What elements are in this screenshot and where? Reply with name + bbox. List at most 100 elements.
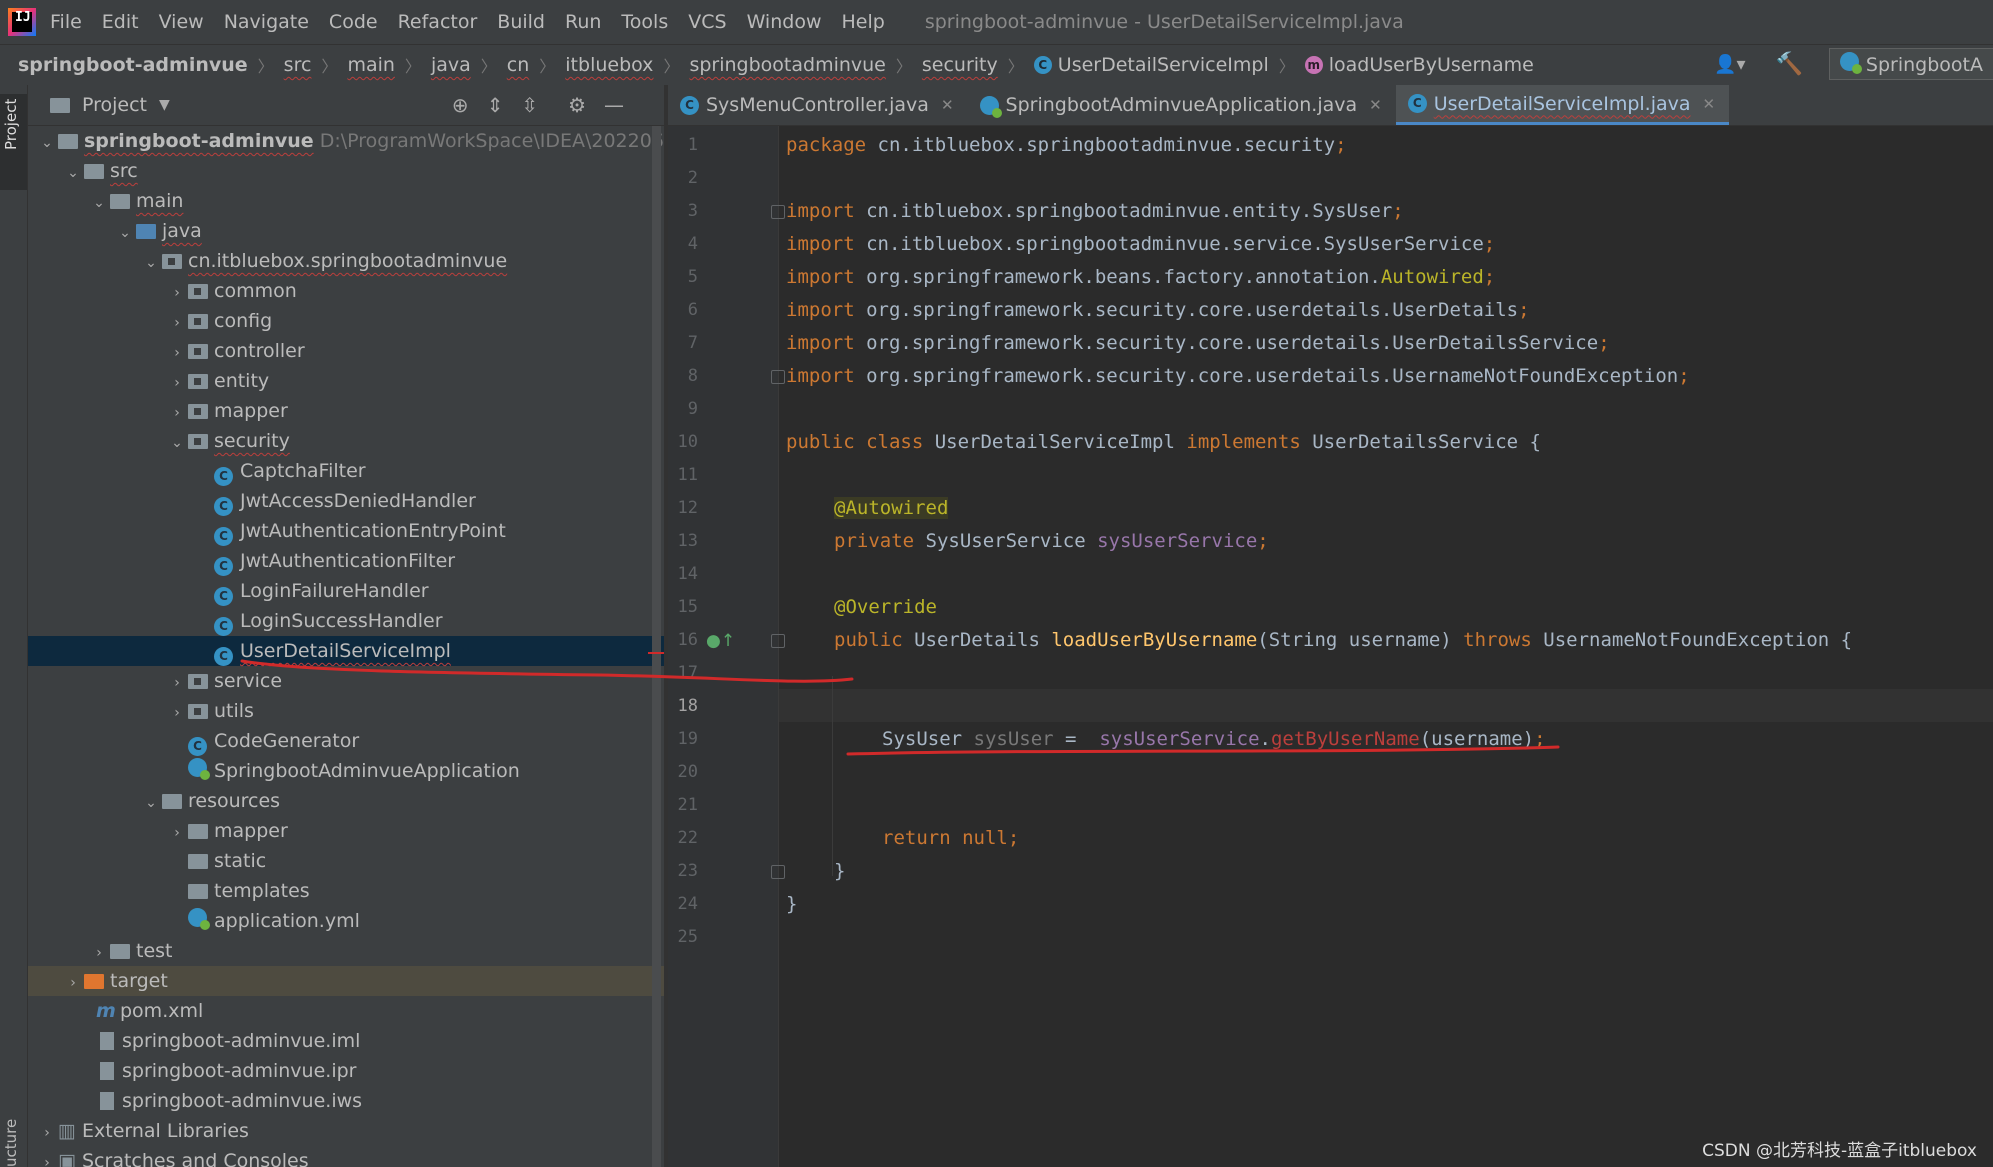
breadcrumb-class[interactable]: UserDetailServiceImpl — [1058, 54, 1269, 76]
menu-build[interactable]: Build — [497, 11, 545, 33]
tree-item-package-root[interactable]: ⌄ cn.itbluebox.springbootadminvue — [28, 246, 664, 276]
tree-item-application-yml[interactable]: application.yml — [28, 906, 664, 936]
tree-item-entity[interactable]: › entity — [28, 366, 664, 396]
tree-item-captchafilter[interactable]: C CaptchaFilter — [28, 456, 664, 486]
implements-method-icon[interactable]: ●↑ — [706, 631, 735, 651]
structure-tool-label[interactable]: ucture — [2, 1107, 20, 1167]
tree-item-static[interactable]: static — [28, 846, 664, 876]
chevron-right-icon[interactable]: › — [62, 968, 84, 998]
project-tool-label[interactable]: Project — [2, 90, 20, 150]
chevron-right-icon[interactable]: › — [36, 1148, 58, 1167]
tab-userdetailserviceimpl[interactable]: C UserDetailServiceImpl.java ✕ — [1395, 85, 1730, 125]
menu-tools[interactable]: Tools — [621, 11, 668, 33]
tree-item-pom-xml[interactable]: m pom.xml — [28, 996, 664, 1026]
chevron-right-icon[interactable]: › — [36, 1118, 58, 1148]
chevron-right-icon[interactable]: › — [166, 398, 188, 428]
tree-item-config[interactable]: › config — [28, 306, 664, 336]
menu-window[interactable]: Window — [747, 11, 822, 33]
tree-item-common[interactable]: › common — [28, 276, 664, 306]
tree-item-utils[interactable]: › utils — [28, 696, 664, 726]
tree-item-external-libraries[interactable]: › ▥ External Libraries — [28, 1116, 664, 1146]
user-icon[interactable]: 👤▾ — [1714, 54, 1745, 75]
chevron-down-icon[interactable]: ⌄ — [36, 128, 58, 158]
menu-vcs[interactable]: VCS — [688, 11, 726, 33]
tree-item-jwtauthenticationentrypoint[interactable]: C JwtAuthenticationEntryPoint — [28, 516, 664, 546]
chevron-right-icon[interactable]: › — [166, 278, 188, 308]
tree-item-ipr[interactable]: springboot-adminvue.ipr — [28, 1056, 664, 1086]
fold-marker-icon[interactable] — [771, 370, 785, 384]
tree-item-iws[interactable]: springboot-adminvue.iws — [28, 1086, 664, 1116]
project-tree-scrollbar[interactable] — [652, 126, 661, 1167]
chevron-right-icon[interactable]: › — [166, 818, 188, 848]
tree-item-controller[interactable]: › controller — [28, 336, 664, 366]
breadcrumb-main[interactable]: main — [347, 54, 394, 76]
hammer-icon[interactable]: 🔨 — [1776, 52, 1803, 77]
run-configuration-select[interactable]: SpringbootA — [1828, 48, 1993, 80]
tab-springbootadminvueapplication[interactable]: SpringbootAdminvueApplication.java ✕ — [968, 85, 1396, 125]
crosshair-icon[interactable]: ⊕ — [452, 93, 469, 117]
tree-item-iml[interactable]: springboot-adminvue.iml — [28, 1026, 664, 1056]
tree-item-scratches[interactable]: › ▣ Scratches and Consoles — [28, 1146, 664, 1167]
breadcrumb-springbootadminvue[interactable]: springbootadminvue — [689, 54, 885, 76]
menu-file[interactable]: File — [50, 11, 82, 33]
chevron-down-icon[interactable]: ⌄ — [140, 788, 162, 818]
chevron-down-icon[interactable]: ▼ — [159, 97, 170, 113]
close-icon[interactable]: ✕ — [1703, 95, 1716, 113]
tree-item-loginfailurehandler[interactable]: C LoginFailureHandler — [28, 576, 664, 606]
tree-item-templates[interactable]: templates — [28, 876, 664, 906]
close-icon[interactable]: ✕ — [941, 96, 954, 114]
tree-item-main[interactable]: ⌄ main — [28, 186, 664, 216]
tree-item-resources[interactable]: ⌄ resources — [28, 786, 664, 816]
tree-item-java[interactable]: ⌄ java — [28, 216, 664, 246]
breadcrumb-cn[interactable]: cn — [507, 54, 530, 76]
chevron-right-icon[interactable]: › — [88, 938, 110, 968]
chevron-down-icon[interactable]: ⌄ — [140, 248, 162, 278]
intellij-logo-icon[interactable]: IJ — [8, 8, 36, 36]
tab-sysmenucontroller[interactable]: C SysMenuController.java ✕ — [668, 85, 968, 125]
breadcrumb-project[interactable]: springboot-adminvue — [18, 54, 248, 76]
tree-item-src[interactable]: ⌄ src — [28, 156, 664, 186]
chevron-right-icon[interactable]: › — [166, 338, 188, 368]
chevron-down-icon[interactable]: ⌄ — [62, 158, 84, 188]
tree-item-mapper[interactable]: › mapper — [28, 396, 664, 426]
chevron-down-icon[interactable]: ⌄ — [166, 428, 188, 458]
tree-item-resources-mapper[interactable]: › mapper — [28, 816, 664, 846]
chevron-right-icon[interactable]: › — [166, 698, 188, 728]
menu-navigate[interactable]: Navigate — [224, 11, 309, 33]
breadcrumb-method[interactable]: loadUserByUsername — [1329, 54, 1534, 76]
fold-marker-icon[interactable] — [771, 205, 785, 219]
menu-view[interactable]: View — [159, 11, 204, 33]
chevron-right-icon[interactable]: › — [166, 668, 188, 698]
chevron-right-icon[interactable]: › — [166, 308, 188, 338]
chevron-right-icon[interactable]: › — [166, 368, 188, 398]
tree-item-codegenerator[interactable]: C CodeGenerator — [28, 726, 664, 756]
tree-item-loginsuccesshandler[interactable]: C LoginSuccessHandler — [28, 606, 664, 636]
collapse-all-icon[interactable]: ⇳ — [521, 93, 538, 117]
menu-run[interactable]: Run — [565, 11, 601, 33]
menu-code[interactable]: Code — [329, 11, 378, 33]
tree-item-jwtauthenticationfilter[interactable]: C JwtAuthenticationFilter — [28, 546, 664, 576]
code-keyword: import — [786, 299, 855, 321]
tree-item-springbootadminvueapplication[interactable]: SpringbootAdminvueApplication — [28, 756, 664, 786]
tree-item-project-root[interactable]: ⌄ springboot-adminvue D:\ProgramWorkSpace… — [28, 126, 664, 156]
tree-item-jwtaccessdeniedhandler[interactable]: C JwtAccessDeniedHandler — [28, 486, 664, 516]
menu-help[interactable]: Help — [841, 11, 884, 33]
chevron-down-icon[interactable]: ⌄ — [114, 218, 136, 248]
chevron-down-icon[interactable]: ⌄ — [88, 188, 110, 218]
minus-icon[interactable]: — — [604, 93, 624, 117]
breadcrumb-security[interactable]: security — [922, 54, 998, 76]
fold-marker-icon[interactable] — [771, 634, 785, 648]
fold-marker-icon[interactable] — [771, 865, 785, 879]
breadcrumb-itbluebox[interactable]: itbluebox — [565, 54, 653, 76]
breadcrumb-src[interactable]: src — [284, 54, 312, 76]
expand-all-icon[interactable]: ⇕ — [487, 93, 504, 117]
menu-edit[interactable]: Edit — [102, 11, 139, 33]
menu-refactor[interactable]: Refactor — [398, 11, 478, 33]
tree-item-target[interactable]: › target — [28, 966, 664, 996]
gear-icon[interactable]: ⚙ — [568, 93, 586, 117]
tree-item-security[interactable]: ⌄ security — [28, 426, 664, 456]
tree-item-test[interactable]: › test — [28, 936, 664, 966]
breadcrumb-java[interactable]: java — [431, 54, 471, 76]
project-view-title[interactable]: Project — [82, 94, 147, 116]
close-icon[interactable]: ✕ — [1369, 96, 1382, 114]
